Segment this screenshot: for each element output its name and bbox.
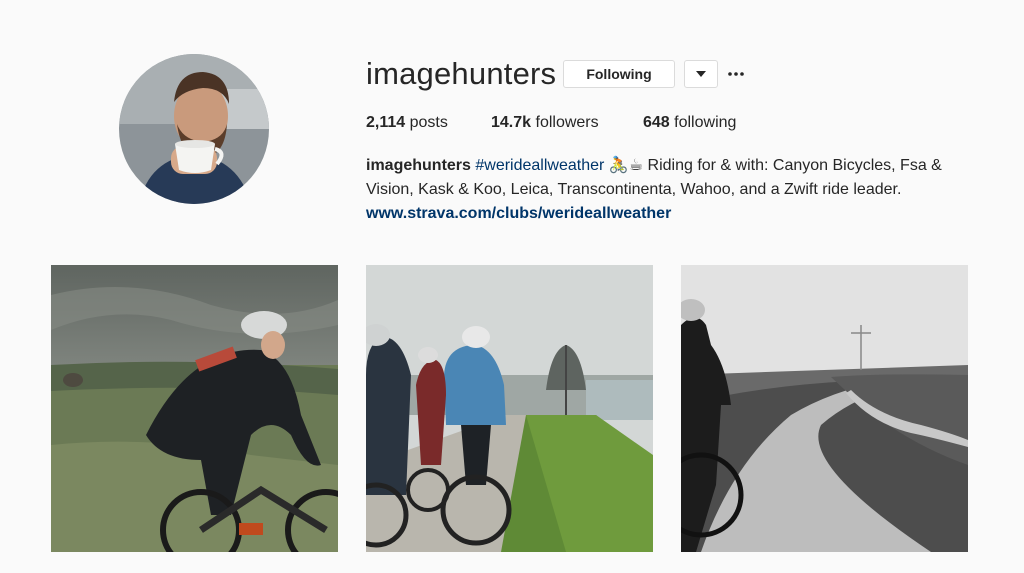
post-thumbnail[interactable] [681,265,968,552]
post-photo-path-bw [681,265,968,552]
chevron-down-icon [696,71,706,77]
followers-count: 14.7k [491,114,532,131]
posts-stat: 2,114 posts [366,114,448,132]
profile-avatar[interactable] [119,54,269,204]
followers-stat[interactable]: 14.7k followers [491,114,599,132]
post-photo-cyclist-field [51,265,338,552]
posts-count: 2,114 [366,114,406,131]
post-photo-group-ride [366,265,653,552]
suggestions-dropdown-button[interactable] [684,60,718,88]
bio-website-link[interactable]: www.strava.com/clubs/werideallweather [366,202,986,226]
bio-name: imagehunters [366,157,471,174]
followers-label: followers [535,114,599,131]
following-stat[interactable]: 648 following [643,114,736,132]
profile-username: imagehunters [366,56,557,91]
more-options-button[interactable] [726,64,746,84]
post-thumbnail[interactable] [366,265,653,552]
avatar-photo [119,54,269,204]
bio-hashtag-link[interactable]: #werideallweather [475,157,604,174]
following-count: 648 [643,114,670,131]
following-label: following [674,114,737,131]
posts-label: posts [409,114,448,131]
more-horizontal-icon [728,72,744,76]
profile-bio: imagehunters #werideallweather 🚴☕ Riding… [366,154,986,226]
bio-emoji: 🚴☕ [608,157,644,174]
following-button[interactable]: Following [563,60,675,88]
post-thumbnail[interactable] [51,265,338,552]
